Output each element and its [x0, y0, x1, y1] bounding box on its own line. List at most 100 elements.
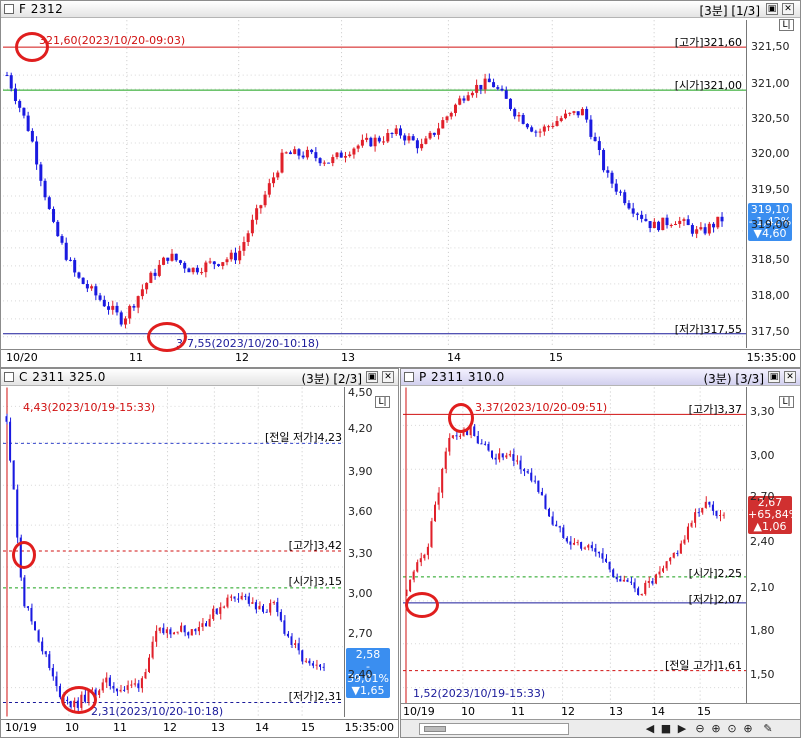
- y-tick-label: 321,00: [751, 77, 790, 90]
- y-tick-label: 3,30: [750, 405, 775, 418]
- candle-body: [606, 170, 610, 173]
- search-icon[interactable]: ⊙: [725, 722, 739, 736]
- scroll-toolbar: ◀ ■ ▶ ⊖ ⊕ ⊙ ⊕ ✎: [401, 719, 800, 737]
- panel-title-bar[interactable]: F 2312 [3분] [1/3] ▣ ✕: [1, 1, 800, 18]
- candle-body: [708, 501, 711, 505]
- scale-button[interactable]: L|: [375, 396, 390, 408]
- candle-body: [409, 579, 412, 592]
- candle-body: [331, 157, 335, 164]
- candle-body: [283, 620, 286, 634]
- candle-body: [415, 140, 419, 149]
- candle-body: [39, 164, 43, 181]
- tool-icon[interactable]: ✎: [761, 722, 775, 736]
- candle-body: [494, 457, 497, 460]
- play-forward-icon[interactable]: ▶: [675, 722, 689, 736]
- candle-body: [679, 543, 682, 554]
- candle-body: [166, 257, 170, 261]
- panel-checkbox[interactable]: [4, 4, 14, 14]
- lo-annotation: 1,52(2023/10/19-15:33): [413, 687, 546, 700]
- scale-button[interactable]: L|: [779, 396, 794, 408]
- candle-body: [242, 242, 246, 251]
- candle-body: [386, 133, 390, 142]
- candle-body: [673, 223, 677, 225]
- horizontal-scrollbar[interactable]: [419, 723, 569, 735]
- candle-body: [272, 177, 276, 184]
- candle-body: [533, 480, 536, 482]
- candle-body: [608, 561, 611, 570]
- candle-body: [551, 125, 555, 127]
- candle-body: [565, 537, 568, 542]
- candle-body: [98, 295, 102, 300]
- candle-body: [77, 272, 81, 278]
- x-tick-label: 10: [461, 705, 475, 718]
- panel-title-bar[interactable]: C 2311 325.0 (3분) [2/3] ▣ ✕: [1, 369, 398, 386]
- candle-body: [108, 677, 111, 686]
- badge-change: ▼1,65: [351, 684, 385, 697]
- candle-body: [215, 608, 218, 614]
- restore-icon[interactable]: ▣: [366, 371, 378, 383]
- y-tick-label: 2,70: [750, 490, 775, 503]
- candle-body: [365, 137, 369, 140]
- candle-body: [258, 605, 261, 610]
- candle-body: [311, 663, 314, 666]
- candle-body: [686, 526, 689, 540]
- candle-body: [37, 630, 40, 642]
- candle-body: [704, 501, 707, 508]
- close-icon[interactable]: ✕: [784, 371, 796, 383]
- candle-body: [629, 581, 632, 583]
- candle-body: [115, 688, 118, 692]
- candle-body: [526, 471, 529, 473]
- candle-body: [572, 542, 575, 545]
- restore-icon[interactable]: ▣: [768, 371, 780, 383]
- panel-title-bar[interactable]: P 2311 310.0 (3분) [3/3] ▣ ✕: [401, 369, 800, 386]
- candle-body: [47, 197, 51, 209]
- candle-body: [658, 571, 661, 575]
- high-marker-circle: [12, 541, 36, 569]
- panel-checkbox[interactable]: [4, 372, 14, 382]
- candle-body: [204, 262, 208, 273]
- play-back-icon[interactable]: ◀: [643, 722, 657, 736]
- candle-body: [279, 611, 282, 621]
- label-low: [저가]2,07: [688, 593, 742, 606]
- y-tick-label: 318,50: [751, 253, 790, 266]
- x-tick-label: 12: [561, 705, 575, 718]
- close-icon[interactable]: ✕: [782, 3, 794, 15]
- candle-body: [690, 225, 694, 234]
- y-tick-label: 2,70: [348, 627, 373, 640]
- candle-body: [310, 149, 314, 153]
- candle-body: [308, 660, 311, 664]
- candle-body: [290, 636, 293, 645]
- candle-body: [419, 558, 422, 563]
- candle-body: [716, 216, 720, 228]
- candle-body: [280, 152, 284, 173]
- candle-body: [48, 654, 51, 668]
- candle-body: [390, 133, 394, 134]
- zoom-out-icon[interactable]: ⊖: [693, 722, 707, 736]
- x-tick-label: 14: [447, 351, 461, 364]
- candle-body: [180, 625, 183, 632]
- panel-checkbox[interactable]: [404, 372, 414, 382]
- candle-body: [585, 108, 589, 120]
- candle-body: [178, 260, 182, 263]
- candle-body: [583, 547, 586, 549]
- candle-body: [136, 296, 140, 308]
- candle-body: [119, 312, 123, 325]
- candle-body: [633, 582, 636, 589]
- candle-body: [16, 489, 19, 538]
- candle-body: [259, 205, 263, 209]
- stop-icon[interactable]: ■: [659, 722, 673, 736]
- candle-body: [237, 598, 240, 600]
- candle-body: [637, 588, 640, 595]
- candle-body: [170, 253, 174, 261]
- candle-body: [9, 75, 13, 89]
- close-icon[interactable]: ✕: [382, 371, 394, 383]
- restore-icon[interactable]: ▣: [766, 3, 778, 15]
- candle-body: [722, 514, 725, 516]
- candle-body: [244, 595, 247, 597]
- candle-body: [23, 577, 26, 607]
- zoom-in-icon[interactable]: ⊕: [709, 722, 723, 736]
- zoom-icon[interactable]: ⊕: [741, 722, 755, 736]
- scroll-thumb[interactable]: [424, 726, 446, 732]
- scale-button[interactable]: L|: [779, 19, 794, 31]
- candle-body: [515, 460, 518, 462]
